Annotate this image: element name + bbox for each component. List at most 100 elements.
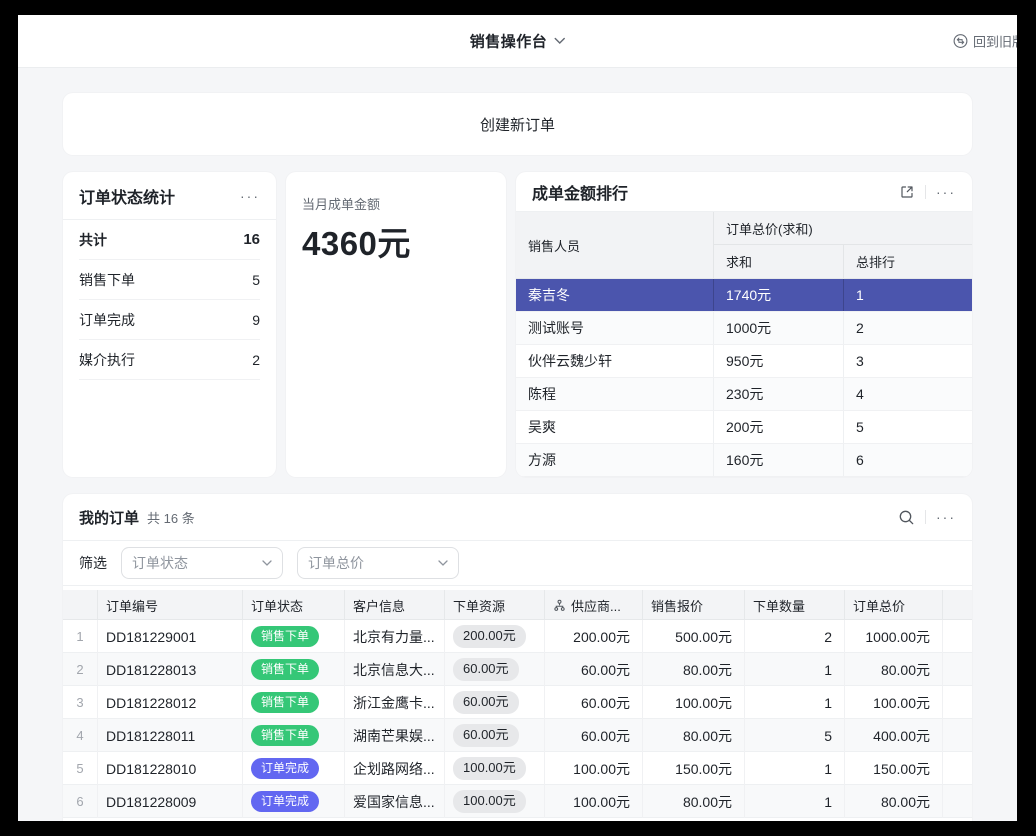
sum-value: 200元	[714, 411, 844, 443]
more-icon[interactable]: ···	[936, 510, 956, 524]
row-index: 3	[63, 686, 98, 719]
table-row[interactable]: 吴爽 200元 5	[516, 411, 972, 444]
status-badge: 销售下单	[251, 725, 319, 747]
table-row[interactable]: 2 DD181228013 销售下单 北京信息大... 60.00元 60.00…	[63, 653, 972, 686]
resource-cell: 100.00元	[445, 785, 545, 818]
column-header-total-group[interactable]: 订单总价(求和)	[714, 212, 972, 245]
order-status-stats-card: 订单状态统计 ··· 共计 16 销售下单 5 订单完成 9	[63, 172, 276, 477]
table-row[interactable]: 5 DD181228010 订单完成 企划路网络... 100.00元 100.…	[63, 752, 972, 785]
status-cell: 订单完成	[243, 785, 345, 818]
quote-cell: 100.00元	[643, 686, 745, 719]
chevron-down-icon	[262, 560, 272, 566]
back-to-old-version-label: 回到旧版	[973, 32, 1017, 51]
supplier-price-cell: 60.00元	[545, 653, 643, 686]
supplier-price-cell: 100.00元	[545, 752, 643, 785]
column-header-resource[interactable]: 下单资源	[445, 590, 545, 620]
sum-value: 1000元	[714, 312, 844, 344]
column-header-spacer	[943, 590, 972, 620]
person-name: 方源	[516, 444, 714, 476]
list-item[interactable]: 订单完成 9	[79, 300, 260, 340]
column-header-order-no[interactable]: 订单编号	[98, 590, 243, 620]
table-row[interactable]: 4 DD181228011 销售下单 湖南芒果娱... 60.00元 60.00…	[63, 719, 972, 752]
page-title: 销售操作台	[470, 31, 548, 52]
order-status-filter-select[interactable]: 订单状态	[121, 547, 283, 579]
resource-pill: 100.00元	[453, 757, 526, 780]
monthly-amount-label: 当月成单金额	[302, 194, 490, 213]
total-cell: 400.00元	[845, 719, 943, 752]
table-row[interactable]: 6 DD181228009 订单完成 爱国家信息... 100.00元 100.…	[63, 785, 972, 818]
search-icon[interactable]	[898, 509, 915, 526]
row-index: 6	[63, 785, 98, 818]
table-row[interactable]: 伙伴云魏少轩 950元 3	[516, 345, 972, 378]
status-label: 共计	[79, 230, 107, 250]
status-value: 9	[252, 312, 260, 328]
column-header-sum[interactable]: 求和	[714, 245, 844, 278]
table-row[interactable]: 方源 160元 6	[516, 444, 972, 477]
order-no: DD181228013	[98, 653, 243, 686]
create-order-label: 创建新订单	[480, 114, 555, 135]
widgets-row: 订单状态统计 ··· 共计 16 销售下单 5 订单完成 9	[63, 172, 972, 477]
resource-cell: 60.00元	[445, 719, 545, 752]
status-badge: 订单完成	[251, 758, 319, 780]
rank-value: 3	[844, 345, 972, 377]
total-cell: 80.00元	[845, 653, 943, 686]
more-icon[interactable]: ···	[240, 189, 260, 203]
app-title-dropdown[interactable]: 销售操作台	[470, 31, 566, 52]
status-label: 媒介执行	[79, 350, 135, 370]
app-window: 销售操作台 回到旧版 创建新订单 订单状态统计 ··· 共计 16	[18, 15, 1017, 821]
table-row[interactable]: 陈程 230元 4	[516, 378, 972, 411]
spacer-cell	[943, 620, 972, 653]
column-header-supplier[interactable]: 供应商...	[545, 590, 643, 620]
column-header-status[interactable]: 订单状态	[243, 590, 345, 620]
more-icon[interactable]: ···	[936, 185, 956, 199]
rank-value: 5	[844, 411, 972, 443]
list-item[interactable]: 销售下单 5	[79, 260, 260, 300]
create-order-button[interactable]: 创建新订单	[63, 93, 972, 155]
quote-cell: 150.00元	[643, 752, 745, 785]
supplier-price-cell: 60.00元	[545, 686, 643, 719]
resource-pill: 100.00元	[453, 790, 526, 813]
status-cell: 销售下单	[243, 620, 345, 653]
customer-cell: 北京有力量...	[345, 620, 445, 653]
column-header-quote[interactable]: 销售报价	[643, 590, 745, 620]
rank-value: 4	[844, 378, 972, 410]
orders-count: 共 16 条	[147, 508, 195, 527]
column-header-customer[interactable]: 客户信息	[345, 590, 445, 620]
column-header-person[interactable]: 销售人员	[516, 212, 714, 278]
orders-table-header: 订单编号 订单状态 客户信息 下单资源 供应商... 销售报价 下单数量 订单总…	[63, 590, 972, 620]
list-item[interactable]: 媒介执行 2	[79, 340, 260, 380]
open-external-icon[interactable]	[899, 184, 915, 200]
table-row[interactable]: 秦吉冬 1740元 1	[516, 279, 972, 312]
filter-placeholder: 订单状态	[132, 553, 188, 573]
column-header-rank[interactable]: 总排行	[844, 245, 972, 278]
table-row[interactable]: 1 DD181229001 销售下单 北京有力量... 200.00元 200.…	[63, 620, 972, 653]
quote-cell: 80.00元	[643, 785, 745, 818]
sum-value: 160元	[714, 444, 844, 476]
list-item[interactable]: 共计 16	[79, 220, 260, 260]
spacer-cell	[943, 686, 972, 719]
total-cell: 150.00元	[845, 752, 943, 785]
status-label: 销售下单	[79, 270, 135, 290]
resource-cell: 60.00元	[445, 653, 545, 686]
table-row[interactable]: 测试账号 1000元 2	[516, 312, 972, 345]
status-cell: 销售下单	[243, 719, 345, 752]
divider	[925, 510, 926, 524]
spacer-cell	[943, 719, 972, 752]
row-index: 5	[63, 752, 98, 785]
dashboard-page: 创建新订单 订单状态统计 ··· 共计 16 销售下单 5	[18, 68, 1017, 821]
status-badge: 销售下单	[251, 659, 319, 681]
back-to-old-version-link[interactable]: 回到旧版	[953, 32, 1017, 51]
spacer-cell	[943, 785, 972, 818]
order-total-filter-select[interactable]: 订单总价	[297, 547, 459, 579]
column-header-qty[interactable]: 下单数量	[745, 590, 845, 620]
table-row[interactable]: 3 DD181228012 销售下单 浙江金鹰卡... 60.00元 60.00…	[63, 686, 972, 719]
filter-bar: 筛选 订单状态 订单总价	[63, 540, 972, 586]
person-name: 吴爽	[516, 411, 714, 443]
sum-value: 230元	[714, 378, 844, 410]
ranking-card-title: 成单金额排行	[532, 180, 628, 204]
row-index: 4	[63, 719, 98, 752]
column-header-total[interactable]: 订单总价	[845, 590, 943, 620]
customer-cell: 湖南芒果娱...	[345, 719, 445, 752]
supplier-price-cell: 60.00元	[545, 719, 643, 752]
sum-value: 950元	[714, 345, 844, 377]
